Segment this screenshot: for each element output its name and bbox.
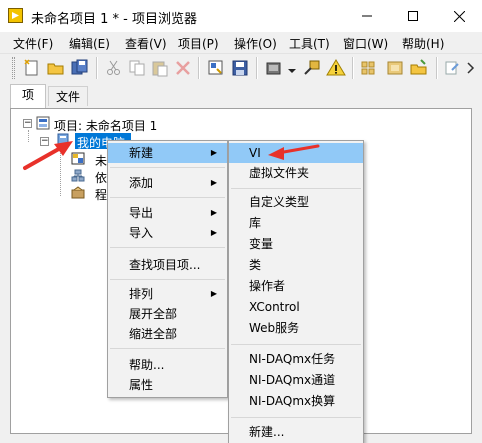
annotation-arrow-icon (268, 144, 320, 160)
annotation-overlay (23, 141, 320, 170)
annotation-arrow-icon (23, 141, 73, 170)
